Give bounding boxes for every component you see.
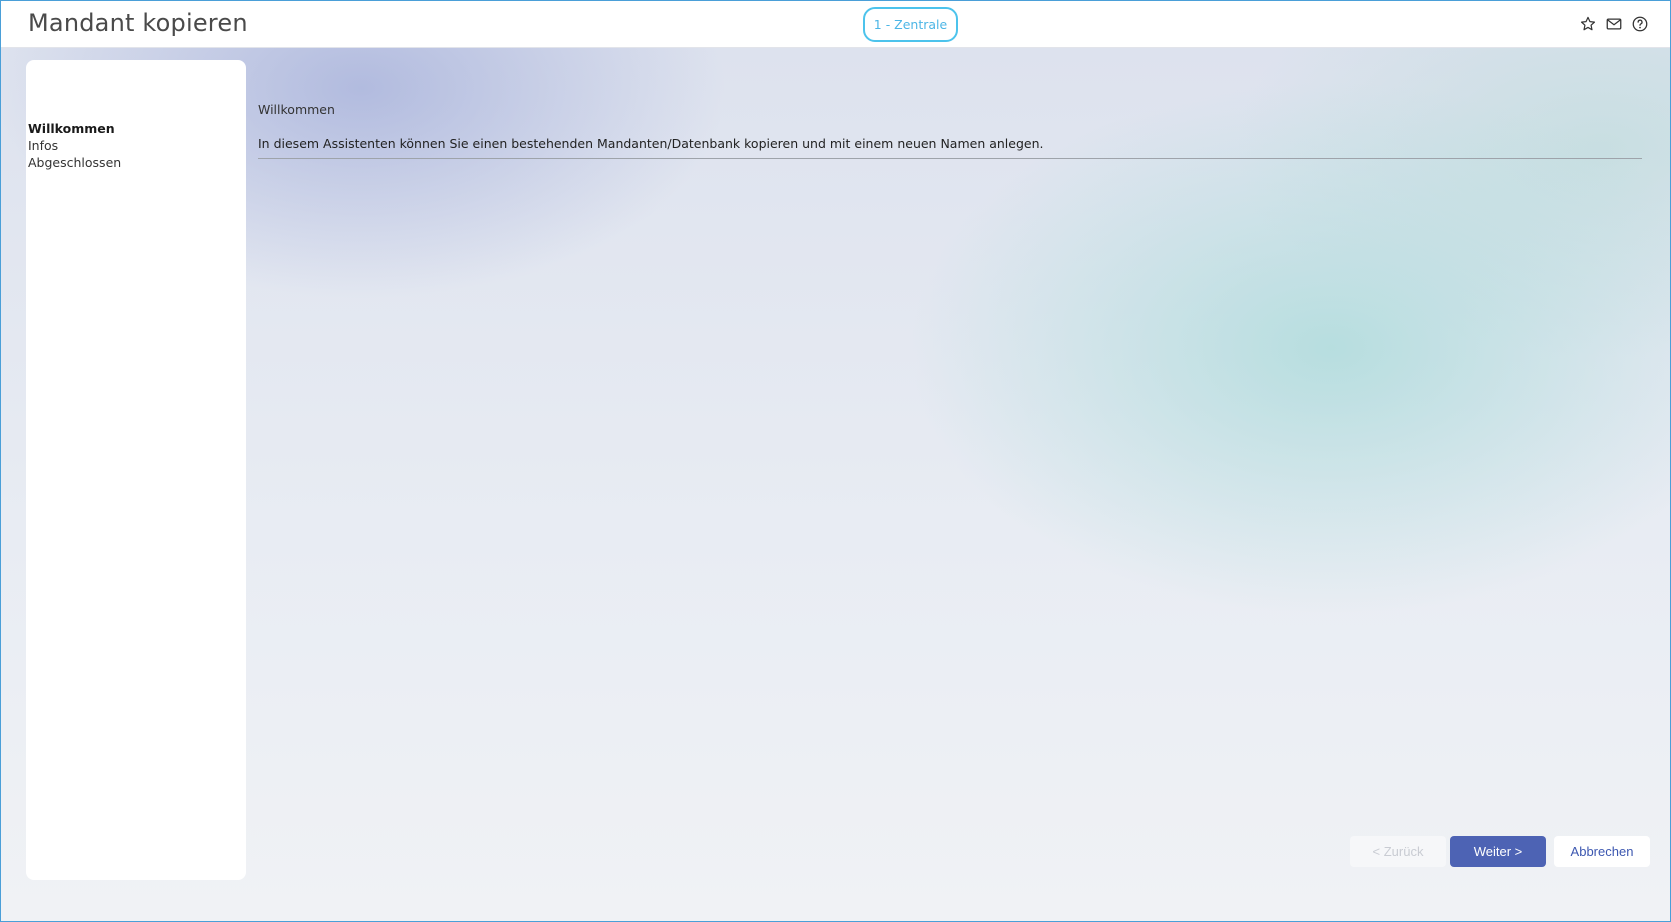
page-title: Mandant kopieren (28, 9, 248, 37)
cancel-button[interactable]: Abbrechen (1554, 836, 1650, 867)
step-abgeschlossen[interactable]: Abgeschlossen (28, 154, 121, 171)
wizard-window: Mandant kopieren 1 - Zentrale Willkommen… (0, 0, 1671, 922)
section-title: Willkommen (258, 102, 335, 117)
mail-icon[interactable] (1604, 14, 1624, 34)
divider (258, 158, 1642, 159)
intro-text: In diesem Assistenten können Sie einen b… (258, 136, 1044, 151)
star-icon[interactable] (1578, 14, 1598, 34)
header-bar: Mandant kopieren 1 - Zentrale (1, 1, 1670, 48)
back-button[interactable]: < Zurück (1350, 836, 1446, 867)
content-area: Willkommen Infos Abgeschlossen Willkomme… (1, 48, 1670, 921)
help-icon[interactable] (1630, 14, 1650, 34)
step-infos[interactable]: Infos (28, 137, 121, 154)
tenant-badge[interactable]: 1 - Zentrale (863, 7, 958, 42)
step-willkommen[interactable]: Willkommen (28, 120, 121, 137)
steps-panel: Willkommen Infos Abgeschlossen (26, 60, 246, 880)
header-icons (1578, 14, 1650, 34)
next-button[interactable]: Weiter > (1450, 836, 1546, 867)
step-list: Willkommen Infos Abgeschlossen (28, 120, 121, 171)
